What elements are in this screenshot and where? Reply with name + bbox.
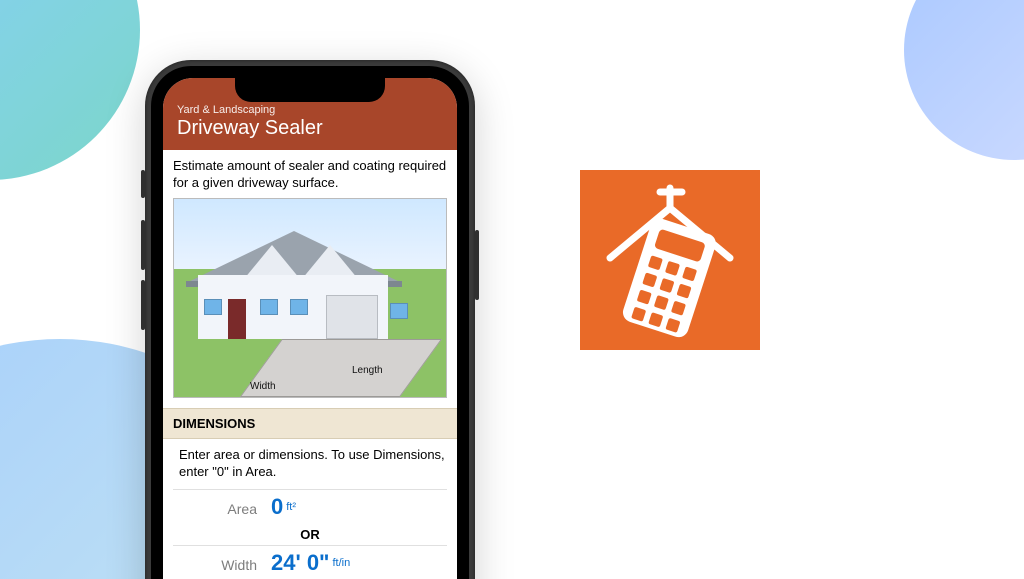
or-divider: OR: [173, 524, 447, 545]
width-label: Width: [175, 557, 271, 573]
dimensions-heading: DIMENSIONS: [163, 408, 457, 439]
phone-notch: [235, 78, 385, 102]
phone-volume-down: [141, 280, 145, 330]
area-unit: ft²: [283, 501, 296, 513]
phone-frame: Yard & Landscaping Driveway Sealer Estim…: [145, 60, 475, 579]
dimension-length-label: Length: [352, 365, 383, 376]
bg-blob-top-left: [0, 0, 140, 180]
bg-blob-top-right: [904, 0, 1024, 160]
app-body: Estimate amount of sealer and coating re…: [163, 150, 457, 579]
page-title: Driveway Sealer: [177, 117, 443, 140]
description-text: Estimate amount of sealer and coating re…: [173, 158, 447, 192]
width-value: 24' 0": [271, 550, 329, 576]
phone-volume-up: [141, 220, 145, 270]
dimensions-help-text: Enter area or dimensions. To use Dimensi…: [173, 439, 447, 489]
breadcrumb[interactable]: Yard & Landscaping: [177, 104, 443, 116]
area-row[interactable]: Area 0 ft²: [173, 489, 447, 524]
phone-power-button: [475, 230, 479, 300]
app-icon: [580, 170, 760, 350]
area-value: 0: [271, 494, 283, 520]
house-calculator-icon: [590, 180, 750, 340]
phone-mute-switch: [141, 170, 145, 198]
phone-screen: Yard & Landscaping Driveway Sealer Estim…: [163, 78, 457, 579]
area-label: Area: [175, 501, 271, 517]
driveway-illustration: Width Length: [173, 198, 447, 398]
width-unit: ft/in: [329, 557, 350, 569]
dimension-width-label: Width: [250, 381, 276, 392]
width-row[interactable]: Width 24' 0" ft/in: [173, 545, 447, 579]
